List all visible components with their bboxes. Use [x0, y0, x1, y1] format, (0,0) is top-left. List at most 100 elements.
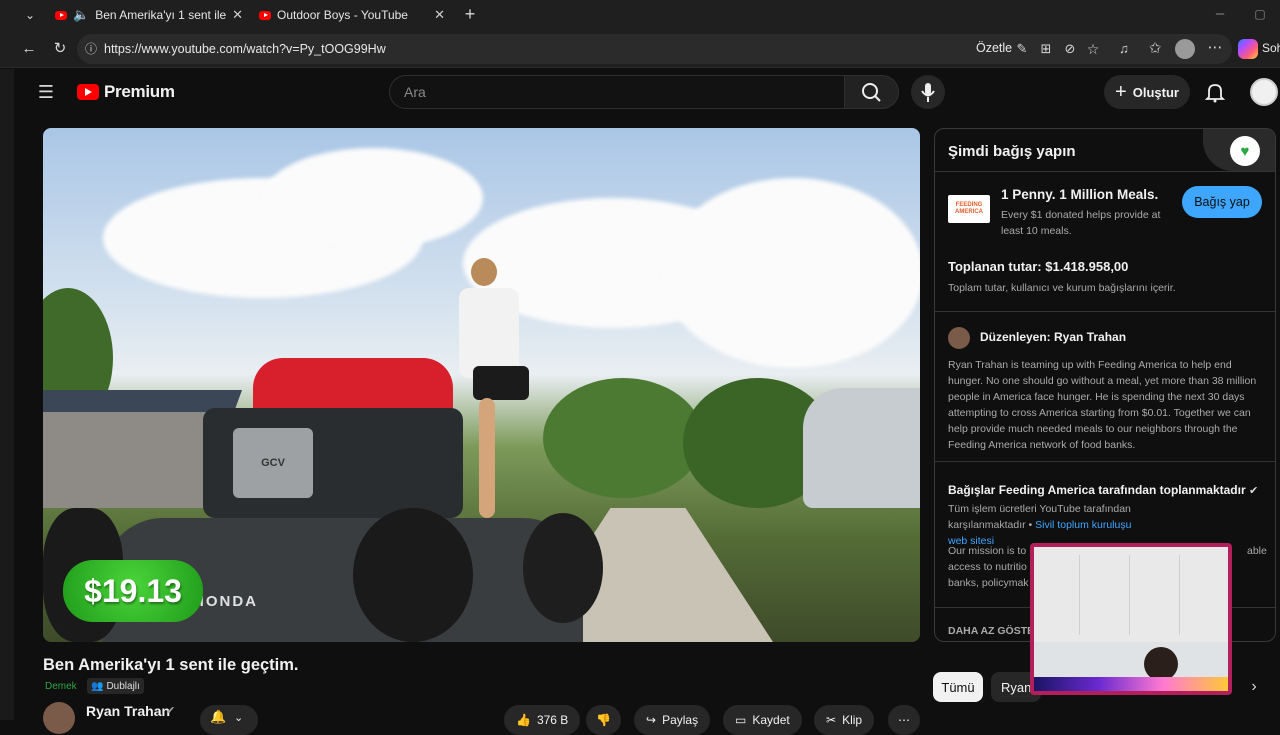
sidebar-chat-label[interactable]: Soh [1262, 41, 1280, 55]
campaign-title: 1 Penny. 1 Million Meals. [1001, 187, 1159, 202]
mission-line-1: Our mission is to [948, 545, 1027, 557]
create-button[interactable]: + Oluştur [1104, 75, 1190, 109]
hamburger-menu-icon[interactable]: ☰ [36, 82, 56, 102]
cam-frame-bar [1034, 677, 1228, 691]
profile-avatar[interactable] [1175, 39, 1195, 59]
channel-avatar[interactable] [43, 702, 75, 734]
chevron-down-icon: ⌄ [234, 712, 244, 724]
like-count: 376 B [536, 713, 569, 727]
mower-wheel [353, 508, 473, 642]
search-icon [862, 83, 881, 102]
tab-current-video[interactable]: 🔈 Ben Amerika'yı 1 sent ile geçti ✕ [55, 2, 243, 28]
search-input[interactable]: Ara [389, 75, 845, 109]
dubbed-label: Dublajlı [106, 680, 140, 692]
collected-by-text: Bağışlar Feeding America tarafından topl… [948, 483, 1246, 497]
chips-next-chevron-icon[interactable]: › [1244, 677, 1264, 697]
copilot-icon[interactable] [1238, 39, 1258, 59]
webcam-overlay [1030, 543, 1232, 695]
share-icon: ↪ [646, 713, 657, 727]
mission-line-3: banks, policymak [948, 577, 1029, 589]
save-button[interactable]: ▭ Kaydet [723, 705, 802, 735]
verified-icon: ✔ [166, 705, 176, 717]
total-note: Toplam tutar, kullanıcı ve kurum bağışla… [948, 282, 1176, 294]
address-bar[interactable]: ⓘ https://www.youtube.com/watch?v=Py_tOO… [77, 34, 1232, 64]
account-avatar[interactable] [1250, 78, 1278, 106]
share-button[interactable]: ↪ Paylaş [634, 705, 711, 735]
tab-title: Outdoor Boys - YouTube [277, 8, 408, 22]
search-placeholder: Ara [404, 84, 426, 100]
scissors-icon: ✂ [826, 713, 837, 727]
apps-grid-icon[interactable]: ⊞ [1036, 39, 1056, 59]
organizer-name: Düzenleyen: Ryan Trahan [980, 330, 1127, 344]
dubbed-icon: 👥 [91, 680, 104, 692]
notifications-bell-icon[interactable] [1204, 81, 1226, 103]
like-button[interactable]: 👍 376 B [504, 705, 581, 735]
youtube-logo[interactable]: Premium [77, 82, 175, 102]
maximize-icon[interactable]: ▢ [1250, 4, 1270, 24]
more-dots-icon: ⋯ [898, 713, 910, 727]
mission-line-2: access to nutritio [948, 561, 1027, 573]
subscribe-bell-button[interactable]: 🔔 ⌄ [200, 705, 258, 735]
browser-tab-bar: ⌄ 🔈 Ben Amerika'yı 1 sent ile geçti ✕ Ou… [0, 0, 1280, 30]
panel-header: Şimdi bağış yapın [948, 143, 1076, 160]
video-title: Ben Amerika'yı 1 sent ile geçtim. [43, 656, 299, 674]
share-label: Paylaş [662, 713, 699, 727]
room-wall [1034, 547, 1228, 642]
channel-name[interactable]: Ryan Trahan [86, 703, 170, 719]
summarize-icon[interactable]: ✎ [1012, 39, 1032, 59]
campaign-desc: Every $1 donated helps provide at least … [1001, 209, 1161, 237]
back-icon[interactable]: ← [19, 39, 39, 59]
engine-label: GCV [233, 428, 313, 498]
favorites-icon[interactable]: ✩ [1145, 39, 1165, 59]
clip-button[interactable]: ✂ Klip [814, 705, 875, 735]
person-shirt [459, 288, 519, 378]
cloud [663, 178, 920, 368]
logo-text: Premium [104, 82, 175, 101]
thumbs-up-icon: 👍 [516, 713, 531, 727]
summarize-label[interactable]: Özetle [976, 41, 1012, 55]
divider [935, 311, 1275, 312]
speaker-icon: 🔈 [73, 7, 90, 22]
person-shorts [473, 366, 529, 400]
wall-panel-line [1079, 555, 1080, 635]
donate-button[interactable]: Bağış yap [1182, 186, 1262, 218]
search-button[interactable] [845, 75, 899, 109]
tab-list-chevron-icon[interactable]: ⌄ [20, 5, 40, 25]
organizer-desc: Ryan Trahan is teaming up with Feeding A… [948, 359, 1257, 451]
new-tab-icon[interactable]: + [460, 4, 480, 24]
fees-note: Tüm işlem ücretleri YouTube tarafından k… [948, 503, 1132, 547]
room-lower [1034, 642, 1228, 677]
feeding-america-logo: FEEDING AMERICA [948, 195, 990, 223]
site-info-icon[interactable]: ⓘ [81, 39, 101, 59]
plus-icon: + [1115, 80, 1127, 103]
donation-heart-icon: ♥ [1230, 136, 1260, 166]
tracking-off-icon[interactable]: ⊘ [1060, 39, 1080, 59]
tab-close-icon[interactable]: ✕ [232, 7, 243, 23]
left-edge [0, 69, 14, 720]
tab-outdoor-boys[interactable]: Outdoor Boys - YouTube ✕ [259, 2, 445, 28]
url-text[interactable]: https://www.youtube.com/watch?v=Py_tOOG9… [104, 42, 386, 56]
extensions-icon[interactable]: ♫ [1114, 39, 1134, 59]
save-label: Kaydet [752, 713, 790, 727]
divider [935, 171, 1275, 172]
dubbed-badge: 👥 Dublajlı [87, 678, 144, 694]
favorite-star-icon[interactable]: ☆ [1083, 39, 1103, 59]
wall-panel-line [1129, 555, 1130, 635]
more-menu-icon[interactable]: ⋯ [1205, 38, 1225, 58]
youtube-favicon-icon [55, 10, 67, 20]
chip-all[interactable]: Tümü [933, 672, 983, 702]
video-player[interactable]: GCV HONDA $19.13 [43, 128, 920, 642]
tab-close-icon[interactable]: ✕ [434, 7, 445, 23]
microphone-icon [921, 83, 935, 102]
show-less-button[interactable]: DAHA AZ GÖSTE [948, 625, 1034, 637]
minimize-icon[interactable]: – [1210, 4, 1230, 24]
dislike-button[interactable]: 👎 [586, 705, 621, 735]
create-label: Oluştur [1132, 84, 1179, 100]
more-actions-button[interactable]: ⋯ [888, 705, 920, 735]
divider [935, 461, 1275, 462]
voice-search-button[interactable] [911, 75, 945, 109]
mower-wheel [523, 513, 603, 623]
person-leg [479, 398, 495, 518]
reload-icon[interactable]: ↻ [50, 39, 70, 59]
person-head [471, 258, 497, 286]
